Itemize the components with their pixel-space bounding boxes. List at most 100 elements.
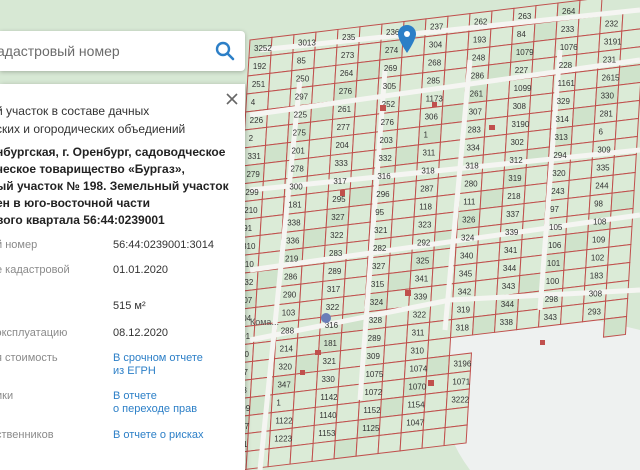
rights-report-link[interactable]: о переходе прав xyxy=(113,403,197,416)
parcel[interactable] xyxy=(258,232,283,254)
parcel[interactable] xyxy=(602,315,628,338)
parcel[interactable] xyxy=(303,208,328,231)
parcel[interactable] xyxy=(268,70,293,92)
parcel[interactable] xyxy=(291,406,316,429)
parcel[interactable] xyxy=(527,110,553,133)
parcel[interactable] xyxy=(313,46,338,69)
search-icon[interactable] xyxy=(213,39,237,63)
parcel[interactable] xyxy=(480,169,505,192)
parcel[interactable] xyxy=(298,298,323,321)
parcel[interactable] xyxy=(475,259,500,282)
parcel[interactable] xyxy=(611,171,636,194)
parcel[interactable] xyxy=(566,195,591,217)
parcel[interactable] xyxy=(488,43,513,66)
parcel[interactable] xyxy=(289,442,314,465)
parcel[interactable] xyxy=(482,133,507,156)
parcel[interactable] xyxy=(346,221,371,244)
parcel[interactable] xyxy=(445,31,470,53)
parcel[interactable] xyxy=(612,153,637,176)
parcel[interactable] xyxy=(391,198,416,221)
parcel[interactable] xyxy=(377,432,402,455)
parcel[interactable] xyxy=(311,440,336,463)
parcel[interactable] xyxy=(522,200,547,223)
parcel[interactable] xyxy=(300,262,325,285)
parcel[interactable] xyxy=(264,124,290,146)
parcel[interactable] xyxy=(530,74,555,97)
parcel[interactable] xyxy=(423,391,448,413)
parcel[interactable] xyxy=(607,243,632,266)
parcel[interactable] xyxy=(308,118,334,141)
parcel[interactable] xyxy=(520,236,545,259)
parcel[interactable] xyxy=(616,82,640,104)
parcel[interactable] xyxy=(334,419,359,442)
parcel[interactable] xyxy=(533,20,558,43)
parcel[interactable] xyxy=(384,324,409,347)
parcel[interactable] xyxy=(568,159,593,181)
parcel[interactable] xyxy=(574,69,599,91)
parcel[interactable] xyxy=(562,267,587,289)
parcel[interactable] xyxy=(604,297,629,320)
location-pin-icon[interactable] xyxy=(398,25,416,57)
parcel[interactable] xyxy=(563,249,588,271)
parcel[interactable] xyxy=(333,437,358,460)
parcel[interactable] xyxy=(564,231,589,253)
parcel[interactable] xyxy=(351,131,377,154)
parcel[interactable] xyxy=(259,214,284,236)
parcel[interactable] xyxy=(421,427,446,449)
parcel[interactable] xyxy=(270,391,295,414)
parcel[interactable] xyxy=(528,92,554,115)
parcel[interactable] xyxy=(516,308,541,331)
parcel[interactable] xyxy=(245,448,270,470)
rights-report-link[interactable]: В отчете xyxy=(113,390,197,403)
parcel[interactable] xyxy=(355,434,380,457)
parcel[interactable] xyxy=(394,144,419,167)
parcel[interactable] xyxy=(395,126,421,149)
parcel[interactable] xyxy=(618,64,640,86)
parcel[interactable] xyxy=(269,52,294,74)
parcel[interactable] xyxy=(576,33,601,55)
parcel[interactable] xyxy=(571,105,597,127)
parcel[interactable] xyxy=(476,241,501,264)
parcel[interactable] xyxy=(378,414,403,437)
parcel[interactable] xyxy=(388,252,413,275)
parcel[interactable] xyxy=(311,82,336,105)
risk-report-link[interactable]: В отчете о рисках xyxy=(113,429,204,442)
parcel[interactable] xyxy=(338,347,364,370)
parcel[interactable] xyxy=(343,275,368,298)
parcel[interactable] xyxy=(293,370,319,393)
parcel[interactable] xyxy=(417,123,443,146)
close-icon[interactable] xyxy=(225,92,239,106)
parcel[interactable] xyxy=(350,149,375,172)
parcel[interactable] xyxy=(608,225,633,248)
parcel[interactable] xyxy=(381,360,407,383)
parcel[interactable] xyxy=(242,126,268,149)
parcel[interactable] xyxy=(472,313,497,336)
parcel[interactable] xyxy=(523,182,548,205)
parcel[interactable] xyxy=(532,38,557,61)
parcel[interactable] xyxy=(606,261,631,284)
parcel[interactable] xyxy=(340,329,365,352)
parcel[interactable] xyxy=(444,406,469,429)
place-icon[interactable] xyxy=(321,313,331,323)
parcel[interactable] xyxy=(312,64,337,87)
parcel[interactable] xyxy=(245,90,270,113)
parcel[interactable] xyxy=(267,445,292,468)
parcel[interactable] xyxy=(260,196,285,218)
urgent-report-link[interactable]: из ЕГРН xyxy=(113,365,203,378)
parcel[interactable] xyxy=(489,25,514,48)
parcel[interactable] xyxy=(390,216,415,239)
parcel[interactable] xyxy=(262,160,287,182)
parcel[interactable] xyxy=(426,337,452,359)
parcel[interactable] xyxy=(519,254,544,277)
parcel[interactable] xyxy=(577,15,602,37)
parcel[interactable] xyxy=(620,28,640,50)
parcel[interactable] xyxy=(422,409,447,431)
parcel[interactable] xyxy=(352,113,378,136)
parcel[interactable] xyxy=(306,154,331,177)
parcel[interactable] xyxy=(348,185,373,208)
parcel[interactable] xyxy=(392,180,417,203)
parcel[interactable] xyxy=(290,424,315,447)
urgent-report-link[interactable]: В срочном отчете xyxy=(113,352,203,365)
search-input[interactable] xyxy=(0,31,200,71)
parcel[interactable] xyxy=(560,303,585,325)
